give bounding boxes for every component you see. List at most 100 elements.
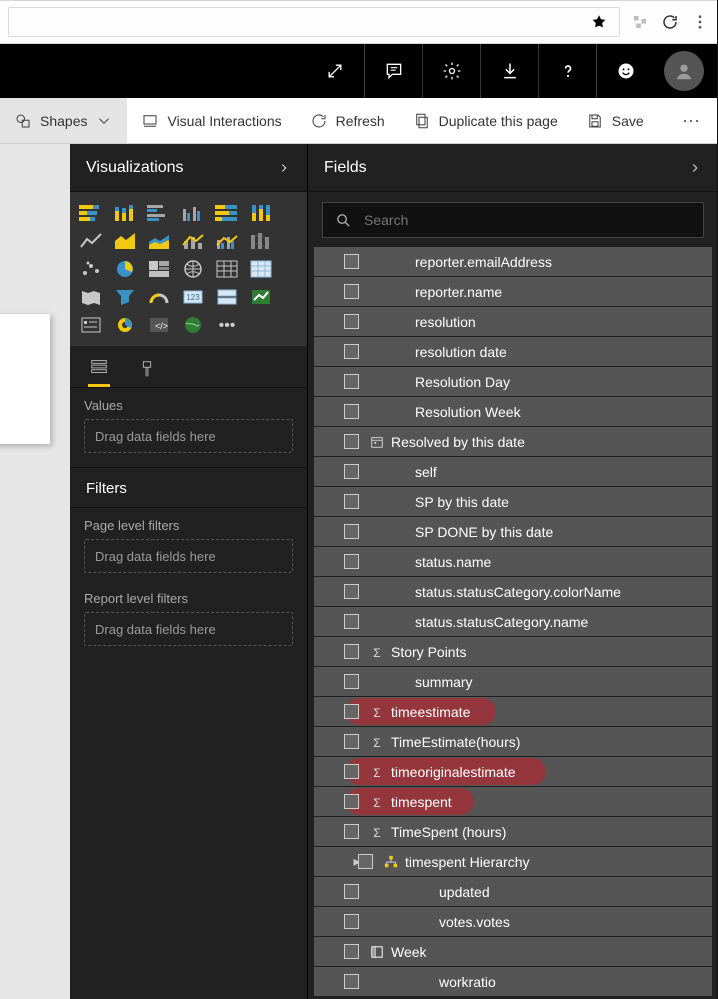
line-chart-icon[interactable] <box>78 230 104 252</box>
account-avatar[interactable] <box>664 51 704 91</box>
field-row[interactable]: status.statusCategory.name <box>314 607 712 636</box>
field-row[interactable]: reporter.name <box>314 277 712 306</box>
stacked-area-chart-icon[interactable] <box>146 230 172 252</box>
matrix-visual-icon[interactable] <box>248 258 274 280</box>
field-row[interactable]: updated <box>314 877 712 906</box>
hundred-stacked-column-chart-icon[interactable] <box>248 202 274 224</box>
field-checkbox[interactable] <box>344 584 359 599</box>
extension-icon[interactable] <box>630 12 650 32</box>
report-canvas[interactable] <box>0 144 70 999</box>
settings-button[interactable] <box>422 44 480 98</box>
field-row[interactable]: Story Points <box>314 637 712 666</box>
feedback-button[interactable] <box>596 44 654 98</box>
funnel-chart-icon[interactable] <box>112 286 138 308</box>
refresh-button[interactable]: Refresh <box>296 98 399 143</box>
field-checkbox[interactable] <box>344 704 359 719</box>
clustered-bar-chart-icon[interactable] <box>146 202 172 224</box>
field-row[interactable]: ▸timespent Hierarchy <box>314 847 712 876</box>
field-row[interactable]: Resolution Day <box>314 367 712 396</box>
field-checkbox[interactable] <box>344 944 359 959</box>
gallery-more-icon[interactable]: ••• <box>214 314 240 336</box>
gauge-chart-icon[interactable] <box>146 286 172 308</box>
r-visual-icon[interactable]: </> <box>146 314 172 336</box>
map-chart-icon[interactable] <box>180 258 206 280</box>
field-row[interactable]: reporter.emailAddress <box>314 247 712 276</box>
shapes-button[interactable]: Shapes <box>0 98 127 143</box>
field-row[interactable]: workratio <box>314 967 712 996</box>
field-checkbox[interactable] <box>344 974 359 989</box>
field-checkbox[interactable] <box>344 284 359 299</box>
field-checkbox[interactable] <box>344 374 359 389</box>
field-row[interactable]: timeestimate <box>314 697 712 726</box>
scatter-chart-icon[interactable] <box>78 258 104 280</box>
stacked-column-chart-icon[interactable] <box>112 202 138 224</box>
field-row[interactable]: Resolved by this date <box>314 427 712 456</box>
area-chart-icon[interactable] <box>112 230 138 252</box>
field-checkbox[interactable] <box>344 524 359 539</box>
donut-chart-icon[interactable] <box>112 314 138 336</box>
field-checkbox[interactable] <box>344 764 359 779</box>
field-checkbox[interactable] <box>344 494 359 509</box>
field-row[interactable]: status.statusCategory.colorName <box>314 577 712 606</box>
field-row[interactable]: SP by this date <box>314 487 712 516</box>
fields-search-input[interactable] <box>364 212 691 228</box>
treemap-chart-icon[interactable] <box>146 258 172 280</box>
ribbon-more-button[interactable]: ··· <box>664 110 718 131</box>
stacked-bar-chart-icon[interactable] <box>78 202 104 224</box>
field-row[interactable]: self <box>314 457 712 486</box>
field-row[interactable]: resolution <box>314 307 712 336</box>
line-stacked-column-chart-icon[interactable] <box>180 230 206 252</box>
field-checkbox[interactable] <box>344 404 359 419</box>
pie-chart-icon[interactable] <box>112 258 138 280</box>
arcgis-visual-icon[interactable] <box>180 314 206 336</box>
comments-button[interactable] <box>364 44 422 98</box>
field-checkbox[interactable] <box>344 554 359 569</box>
field-row[interactable]: Resolution Week <box>314 397 712 426</box>
field-checkbox[interactable] <box>344 644 359 659</box>
canvas-page[interactable] <box>0 314 50 444</box>
field-row[interactable]: TimeEstimate(hours) <box>314 727 712 756</box>
field-checkbox[interactable] <box>344 674 359 689</box>
field-row[interactable]: summary <box>314 667 712 696</box>
filled-map-icon[interactable] <box>78 286 104 308</box>
field-checkbox[interactable] <box>344 824 359 839</box>
ribbon-chart-icon[interactable] <box>248 230 274 252</box>
field-row[interactable]: Week <box>314 937 712 966</box>
help-button[interactable] <box>538 44 596 98</box>
field-checkbox[interactable] <box>344 614 359 629</box>
visualizations-header[interactable]: Visualizations <box>70 144 307 192</box>
field-checkbox[interactable] <box>344 314 359 329</box>
kpi-visual-icon[interactable] <box>248 286 274 308</box>
field-checkbox[interactable] <box>344 794 359 809</box>
duplicate-page-button[interactable]: Duplicate this page <box>399 98 572 143</box>
fields-tab[interactable] <box>88 356 110 387</box>
field-checkbox[interactable] <box>344 254 359 269</box>
field-row[interactable]: resolution date <box>314 337 712 366</box>
bookmark-star-icon[interactable] <box>589 12 609 32</box>
field-checkbox[interactable] <box>344 434 359 449</box>
save-button[interactable]: Save <box>572 98 658 143</box>
field-row[interactable]: timespent <box>314 787 712 816</box>
field-checkbox[interactable] <box>358 854 373 869</box>
browser-menu-icon[interactable] <box>690 12 710 32</box>
field-checkbox[interactable] <box>344 344 359 359</box>
download-button[interactable] <box>480 44 538 98</box>
visual-interactions-button[interactable]: Visual Interactions <box>127 98 295 143</box>
omnibox[interactable] <box>8 7 620 37</box>
table-visual-icon[interactable] <box>214 258 240 280</box>
field-row[interactable]: TimeSpent (hours) <box>314 817 712 846</box>
reload-icon[interactable] <box>660 12 680 32</box>
slicer-visual-icon[interactable] <box>78 314 104 336</box>
fields-header[interactable]: Fields <box>308 144 718 192</box>
format-tab[interactable] <box>136 359 158 387</box>
clustered-column-chart-icon[interactable] <box>180 202 206 224</box>
field-row[interactable]: votes.votes <box>314 907 712 936</box>
field-checkbox[interactable] <box>344 464 359 479</box>
values-dropzone[interactable]: Drag data fields here <box>84 419 293 453</box>
field-row[interactable]: SP DONE by this date <box>314 517 712 546</box>
field-row[interactable]: timeoriginalestimate <box>314 757 712 786</box>
hundred-stacked-bar-chart-icon[interactable] <box>214 202 240 224</box>
field-checkbox[interactable] <box>344 884 359 899</box>
report-filters-dropzone[interactable]: Drag data fields here <box>84 612 293 646</box>
card-visual-icon[interactable]: 123 <box>180 286 206 308</box>
